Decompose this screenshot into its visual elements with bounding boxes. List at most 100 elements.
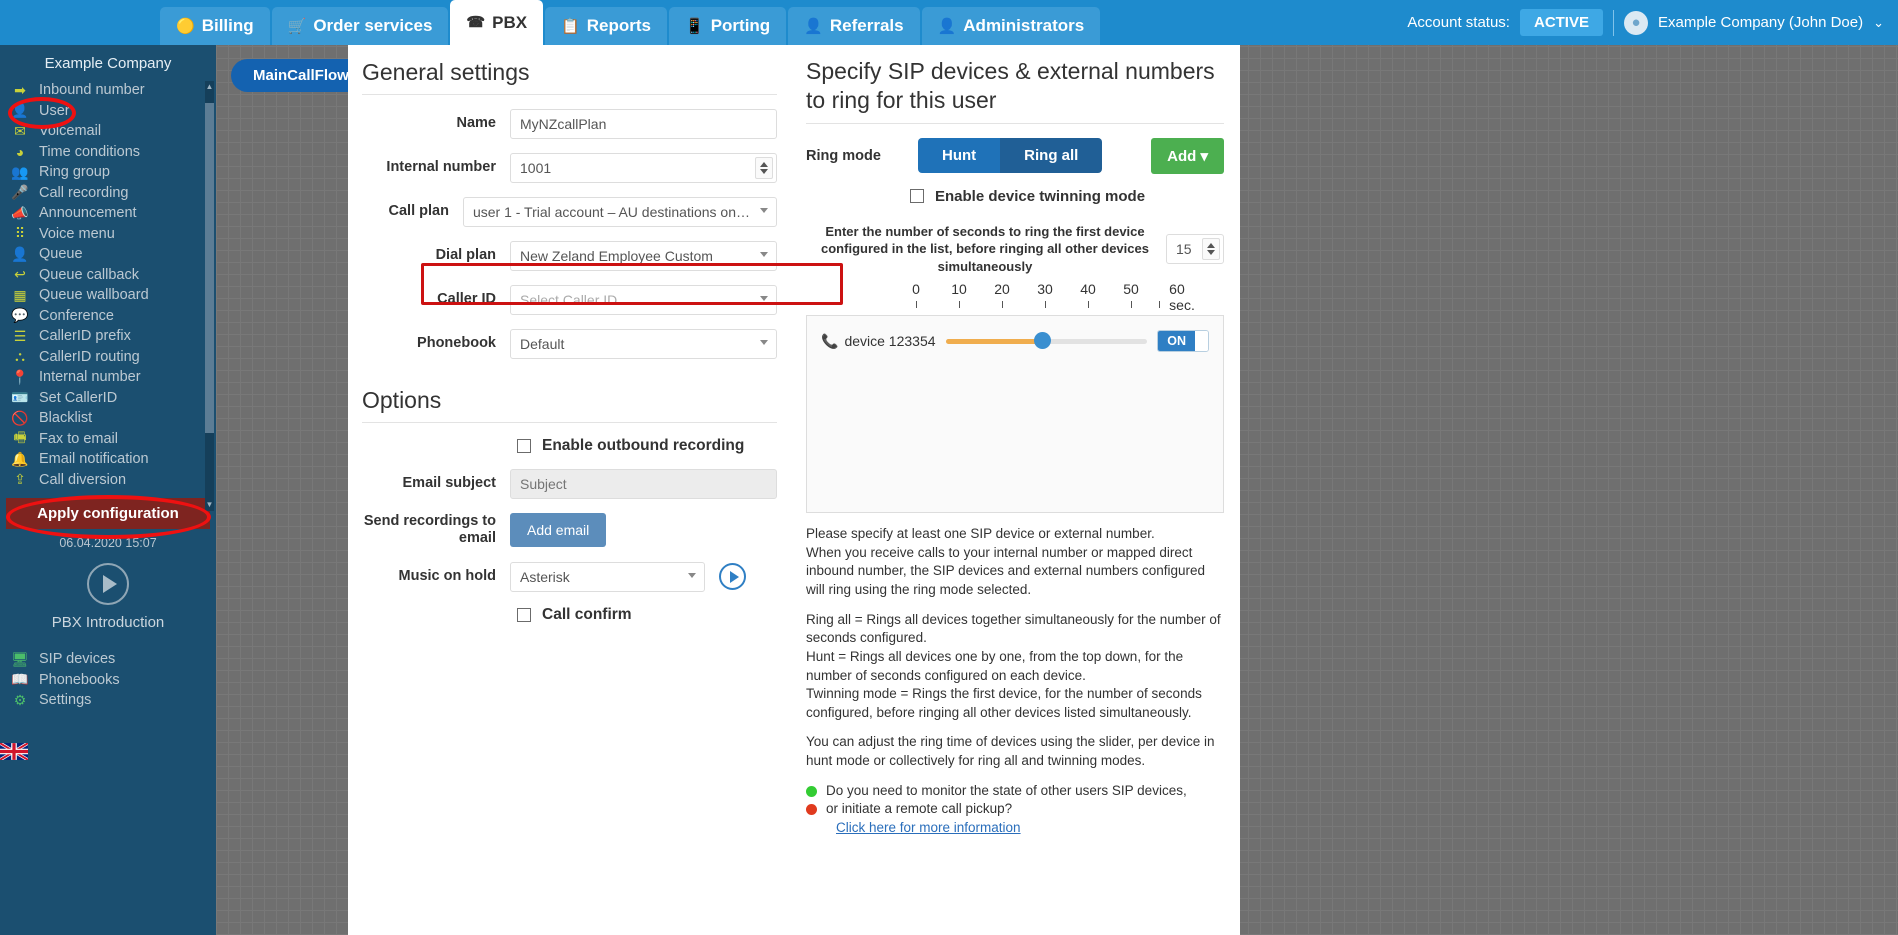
sidebar-item-time-conditions[interactable]: ◕ Time conditions xyxy=(10,142,216,163)
scroll-up-icon[interactable]: ▲ xyxy=(205,81,214,93)
call-plan-select[interactable]: user 1 - Trial account – AU destinations… xyxy=(462,197,777,227)
table-icon: ▦ xyxy=(13,286,27,303)
sidebar-item-queue-callback[interactable]: ↩ Queue callback xyxy=(10,265,216,286)
device-enable-toggle[interactable]: ON xyxy=(1157,330,1209,353)
user-plus-icon: 👤 xyxy=(11,245,29,262)
internal-number-input[interactable] xyxy=(510,153,777,183)
sidebar-item-inbound-number[interactable]: ➡ Inbound number xyxy=(10,80,216,101)
apply-configuration-button[interactable]: Apply configuration xyxy=(6,498,210,529)
sidebar-item-voicemail[interactable]: ✉ Voicemail xyxy=(10,121,216,142)
tab-label: Referrals xyxy=(829,16,904,35)
tab-order-services[interactable]: 🛒 Order services xyxy=(271,7,449,45)
sidebar-item-conference[interactable]: 💬 Conference xyxy=(10,306,216,327)
tab-reports[interactable]: 📋 Reports xyxy=(545,7,667,45)
tab-label: Administrators xyxy=(963,16,1085,35)
tab-label: Porting xyxy=(710,16,771,35)
idcard-icon: 🪪 xyxy=(11,389,29,406)
sidebar-item-phonebooks[interactable]: 📖 Phonebooks xyxy=(10,670,216,691)
general-settings-column: General settings Name Internal number Ca… xyxy=(348,45,843,935)
phonebook-select[interactable]: Default xyxy=(510,329,777,359)
sidebar-footer-menu: 🖥 SIP devices 📖 Phonebooks ⚙ Settings xyxy=(0,631,216,711)
top-navigation-bar: 🟡 Billing 🛒 Order services ☎ PBX 📋 Repor… xyxy=(0,0,1898,45)
sidebar-item-label: User xyxy=(39,102,70,119)
sidebar-item-label: Call diversion xyxy=(39,471,127,488)
options-title: Options xyxy=(362,387,442,413)
tab-pbx[interactable]: ☎ PBX xyxy=(450,0,544,45)
more-information-link[interactable]: Click here for more information xyxy=(836,819,1021,838)
sidebar-item-call-diversion[interactable]: ⇪ Call diversion xyxy=(10,470,216,491)
scrollbar-thumb[interactable] xyxy=(205,103,214,433)
user-settings-panel: General settings Name Internal number Ca… xyxy=(348,45,1240,935)
red-dot-icon xyxy=(806,804,817,816)
tab-administrators[interactable]: 👤 Administrators xyxy=(921,7,1101,45)
tab-referrals[interactable]: 👤 Referrals xyxy=(788,7,920,45)
sidebar-menu: ➡ Inbound number 👤 User ✉ Voicemail ◕ Time c… xyxy=(0,80,216,490)
seconds-stepper[interactable] xyxy=(1202,237,1220,260)
enable-outbound-recording-checkbox[interactable] xyxy=(517,439,531,453)
play-music-button[interactable] xyxy=(719,563,746,591)
account-user-name[interactable]: Example Company (John Doe) xyxy=(1658,14,1863,31)
scroll-down-icon[interactable]: ▼ xyxy=(205,499,214,511)
pbx-intro-play-button[interactable] xyxy=(87,563,129,605)
ring-mode-hunt[interactable]: Hunt xyxy=(918,138,1001,173)
sidebar-item-announcement[interactable]: 📣 Announcement xyxy=(10,203,216,224)
sidebar-item-user[interactable]: 👤 User xyxy=(10,101,216,122)
person-icon: 👤 xyxy=(804,17,823,35)
seconds-note-row: Enter the number of seconds to ring the … xyxy=(818,223,1224,276)
sidebar-item-callerid-prefix[interactable]: ☰ CallerID prefix xyxy=(10,326,216,347)
sidebar-item-label: Blacklist xyxy=(39,410,93,427)
slider-handle[interactable] xyxy=(1034,332,1052,350)
sidebar-item-sip-devices[interactable]: 🖥 SIP devices xyxy=(10,649,216,670)
megaphone-icon: 📣 xyxy=(11,204,29,221)
sidebar-item-email-notification[interactable]: 🔔 Email notification xyxy=(10,449,216,470)
sidebar-item-blacklist[interactable]: 🚫 Blacklist xyxy=(10,408,216,429)
apply-timestamp: 06.04.2020 15:07 xyxy=(59,536,157,550)
tab-billing[interactable]: 🟡 Billing xyxy=(160,7,270,45)
sidebar-item-label: Voice menu xyxy=(39,225,115,242)
music-on-hold-select[interactable]: Asterisk xyxy=(510,561,705,592)
chevron-down-icon[interactable]: ⌄ xyxy=(1873,15,1884,31)
toggle-on-label: ON xyxy=(1158,331,1195,352)
status-badge: ACTIVE xyxy=(1519,9,1603,36)
cart-icon: 🛒 xyxy=(287,17,307,35)
sidebar-scrollbar[interactable]: ▲ ▼ xyxy=(205,81,214,511)
sidebar-item-internal-number[interactable]: 📍 Internal number xyxy=(10,367,216,388)
sidebar-item-queue[interactable]: 👤 Queue xyxy=(10,244,216,265)
divider xyxy=(362,94,777,95)
add-email-button[interactable]: Add email xyxy=(510,513,607,548)
ring-time-slider[interactable] xyxy=(945,332,1148,350)
sidebar-item-queue-wallboard[interactable]: ▦ Queue wallboard xyxy=(10,285,216,306)
ring-mode-toggle[interactable]: Hunt Ring all xyxy=(918,138,1103,173)
sidebar-item-call-recording[interactable]: 🎤 Call recording xyxy=(10,183,216,204)
sidebar-item-fax-to-email[interactable]: 🖷 Fax to email xyxy=(10,429,216,450)
name-input[interactable] xyxy=(510,109,777,139)
field-label: Phonebook xyxy=(417,335,496,352)
sidebar-item-label: Fax to email xyxy=(39,430,118,447)
field-call-plan: Call plan user 1 - Trial account – AU de… xyxy=(362,197,777,227)
field-label: Caller ID xyxy=(437,291,496,308)
toggle-knob xyxy=(1195,331,1208,352)
divider xyxy=(362,422,777,423)
sidebar-item-ring-group[interactable]: 👥 Ring group xyxy=(10,162,216,183)
caller-id-select[interactable]: Select Caller ID xyxy=(510,285,777,315)
tab-porting[interactable]: 📱 Porting xyxy=(669,7,787,45)
phone-icon: 📞 xyxy=(821,332,839,349)
sidebar-item-callerid-routing[interactable]: ⛬ CallerID routing xyxy=(10,347,216,368)
ring-time-scale: 0 10 20 30 40 50 60 sec. xyxy=(901,281,1195,313)
chevron-down-icon xyxy=(688,572,696,578)
add-device-button[interactable]: Add ▾ xyxy=(1151,137,1224,174)
enable-device-twinning-checkbox[interactable] xyxy=(910,189,924,203)
sidebar-item-settings[interactable]: ⚙ Settings xyxy=(10,690,216,711)
uk-flag-icon[interactable] xyxy=(0,741,29,761)
users-icon: 👥 xyxy=(11,163,29,180)
pin-icon: 📍 xyxy=(11,368,29,385)
sidebar-item-label: Call recording xyxy=(39,184,129,201)
sidebar-item-voice-menu[interactable]: ⠿ Voice menu xyxy=(10,224,216,245)
sidebar-item-label: SIP devices xyxy=(39,651,116,668)
dial-plan-select[interactable]: New Zeland Employee Custom xyxy=(510,241,777,271)
call-confirm-checkbox[interactable] xyxy=(517,607,531,622)
sidebar-item-set-callerid[interactable]: 🪪 Set CallerID xyxy=(10,388,216,409)
internal-number-stepper[interactable] xyxy=(755,157,773,179)
ring-mode-ring-all[interactable]: Ring all xyxy=(1000,138,1103,173)
email-subject-input[interactable] xyxy=(510,469,777,499)
